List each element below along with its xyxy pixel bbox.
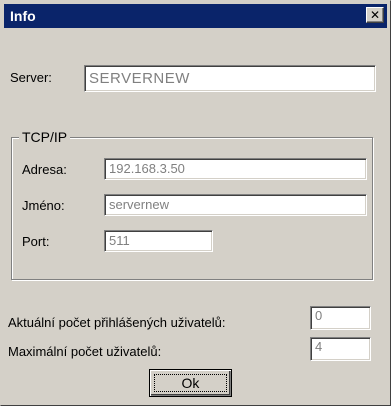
name-field[interactable]: servernew (104, 194, 367, 216)
name-label: Jméno: (22, 198, 65, 213)
server-field[interactable]: SERVERNEW (84, 65, 376, 92)
window-title: Info (10, 8, 36, 24)
info-dialog: Info ✕ Server: SERVERNEW TCP/IP Adresa: … (0, 0, 391, 406)
current-users-field[interactable]: 0 (310, 306, 371, 330)
address-label: Adresa: (22, 162, 67, 177)
max-users-field[interactable]: 4 (310, 337, 371, 361)
close-button[interactable]: ✕ (366, 7, 384, 23)
server-label: Server: (10, 70, 52, 85)
max-users-label: Maximální počet uživatelů: (8, 344, 162, 359)
close-icon: ✕ (369, 8, 381, 22)
current-users-label: Aktuální počet přihlášených uživatelů: (8, 315, 226, 330)
title-bar[interactable]: Info ✕ (4, 4, 387, 28)
port-label: Port: (22, 234, 50, 249)
ok-button[interactable]: Ok (149, 369, 232, 397)
port-field[interactable]: 511 (104, 230, 213, 252)
focus-rectangle (154, 374, 227, 392)
address-field[interactable]: 192.168.3.50 (104, 158, 367, 180)
tcpip-group-title: TCP/IP (19, 129, 71, 145)
